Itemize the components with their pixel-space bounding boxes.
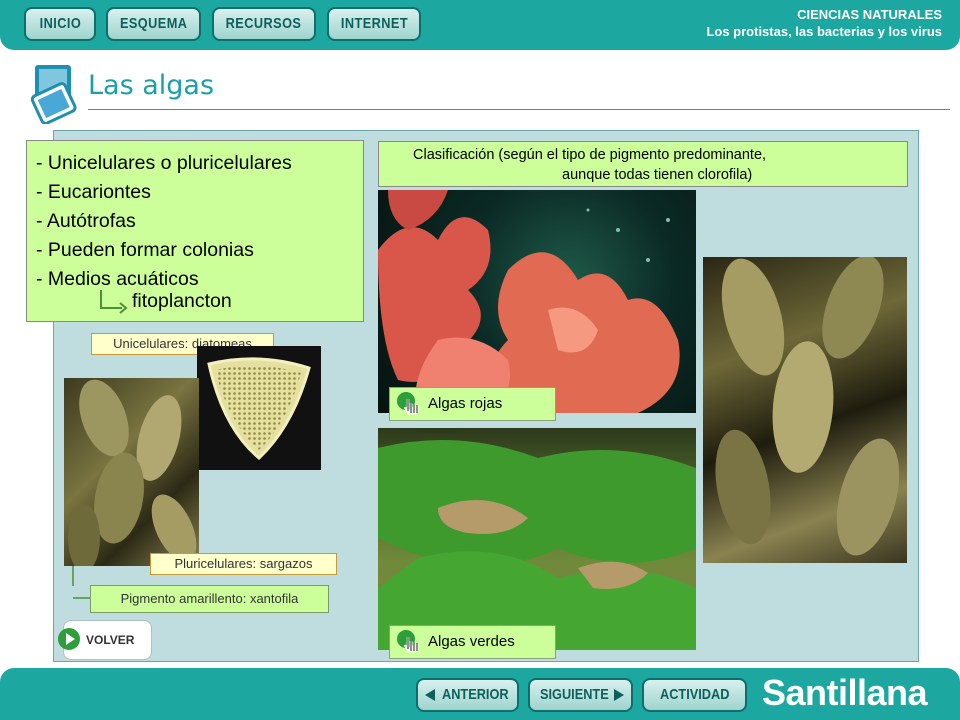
sargazo-photo-small	[64, 378, 199, 566]
hand-pointer-icon	[397, 392, 419, 415]
sargazo-image-small	[68, 379, 197, 566]
course-info: CIENCIAS NATURALES Los protistas, las ba…	[706, 6, 942, 40]
nav-recursos-button[interactable]: RECURSOS	[212, 7, 316, 41]
volver-button[interactable]: VOLVER	[58, 620, 152, 660]
hand-pointer-icon	[397, 630, 419, 653]
classification-box: Clasificación (según el tipo de pigmento…	[378, 141, 908, 187]
diatom-image	[207, 357, 311, 461]
fitoplancton-label: fitoplancton	[132, 290, 232, 312]
algas-rojas-image	[378, 190, 680, 413]
title-divider	[88, 109, 950, 110]
nav-inicio-button[interactable]: INICIO	[24, 7, 96, 41]
classification-line-2: aunque todas tienen clorofila)	[562, 167, 753, 183]
nav-recursos-label: RECURSOS	[226, 15, 302, 32]
arrow-left-icon	[425, 689, 435, 701]
pigmento-tag: Pigmento amarillento: xantofila	[90, 585, 329, 613]
properties-box: - Unicelulares o pluricelulares - Eucari…	[26, 140, 364, 322]
volver-label: VOLVER	[86, 633, 135, 647]
actividad-button[interactable]: ACTIVIDAD	[642, 678, 747, 712]
play-icon	[58, 628, 80, 650]
sargazo-image-large	[715, 257, 900, 556]
course-subject: CIENCIAS NATURALES	[797, 7, 942, 22]
anterior-label: ANTERIOR	[442, 686, 509, 703]
nav-esquema-label: ESQUEMA	[119, 15, 188, 32]
nav-inicio-label: INICIO	[39, 15, 81, 32]
slides-icon	[30, 63, 77, 124]
nav-esquema-button[interactable]: ESQUEMA	[106, 7, 201, 41]
actividad-label: ACTIVIDAD	[660, 686, 730, 703]
arrow-right-icon	[614, 689, 624, 701]
property-item: - Pueden formar colonias	[36, 239, 254, 261]
santillana-logo: Santillana	[762, 672, 928, 713]
siguiente-label: SIGUIENTE	[540, 686, 609, 703]
course-unit: Los protistas, las bacterias y los virus	[706, 24, 942, 39]
sargazo-photo-large	[703, 257, 907, 563]
page-title: Las algas	[88, 70, 215, 101]
pluricelulares-tag: Pluricelulares: sargazos	[150, 553, 337, 575]
arrow-corner-icon	[100, 290, 128, 314]
anterior-button[interactable]: ANTERIOR	[416, 678, 519, 712]
property-item: - Unicelulares o pluricelulares	[36, 152, 292, 174]
property-item: - Eucariontes	[36, 181, 151, 203]
fitoplancton-row: fitoplancton	[98, 287, 298, 317]
siguiente-button[interactable]: SIGUIENTE	[528, 678, 633, 712]
algas-verdes-image	[378, 428, 696, 650]
algas-verdes-label: Algas verdes	[428, 633, 515, 650]
algas-verdes-photo	[378, 428, 696, 650]
property-item: - Autótrofas	[36, 210, 136, 232]
algas-verdes-button[interactable]: Algas verdes	[389, 625, 556, 659]
nav-internet-label: INTERNET	[340, 15, 408, 32]
algas-rojas-label: Algas rojas	[428, 395, 503, 412]
nav-internet-button[interactable]: INTERNET	[327, 7, 421, 41]
classification-line-1: Clasificación (según el tipo de pigmento…	[413, 147, 767, 163]
algas-rojas-button[interactable]: Algas rojas	[389, 387, 556, 421]
diatom-photo	[197, 346, 321, 470]
algas-rojas-photo	[378, 190, 696, 413]
